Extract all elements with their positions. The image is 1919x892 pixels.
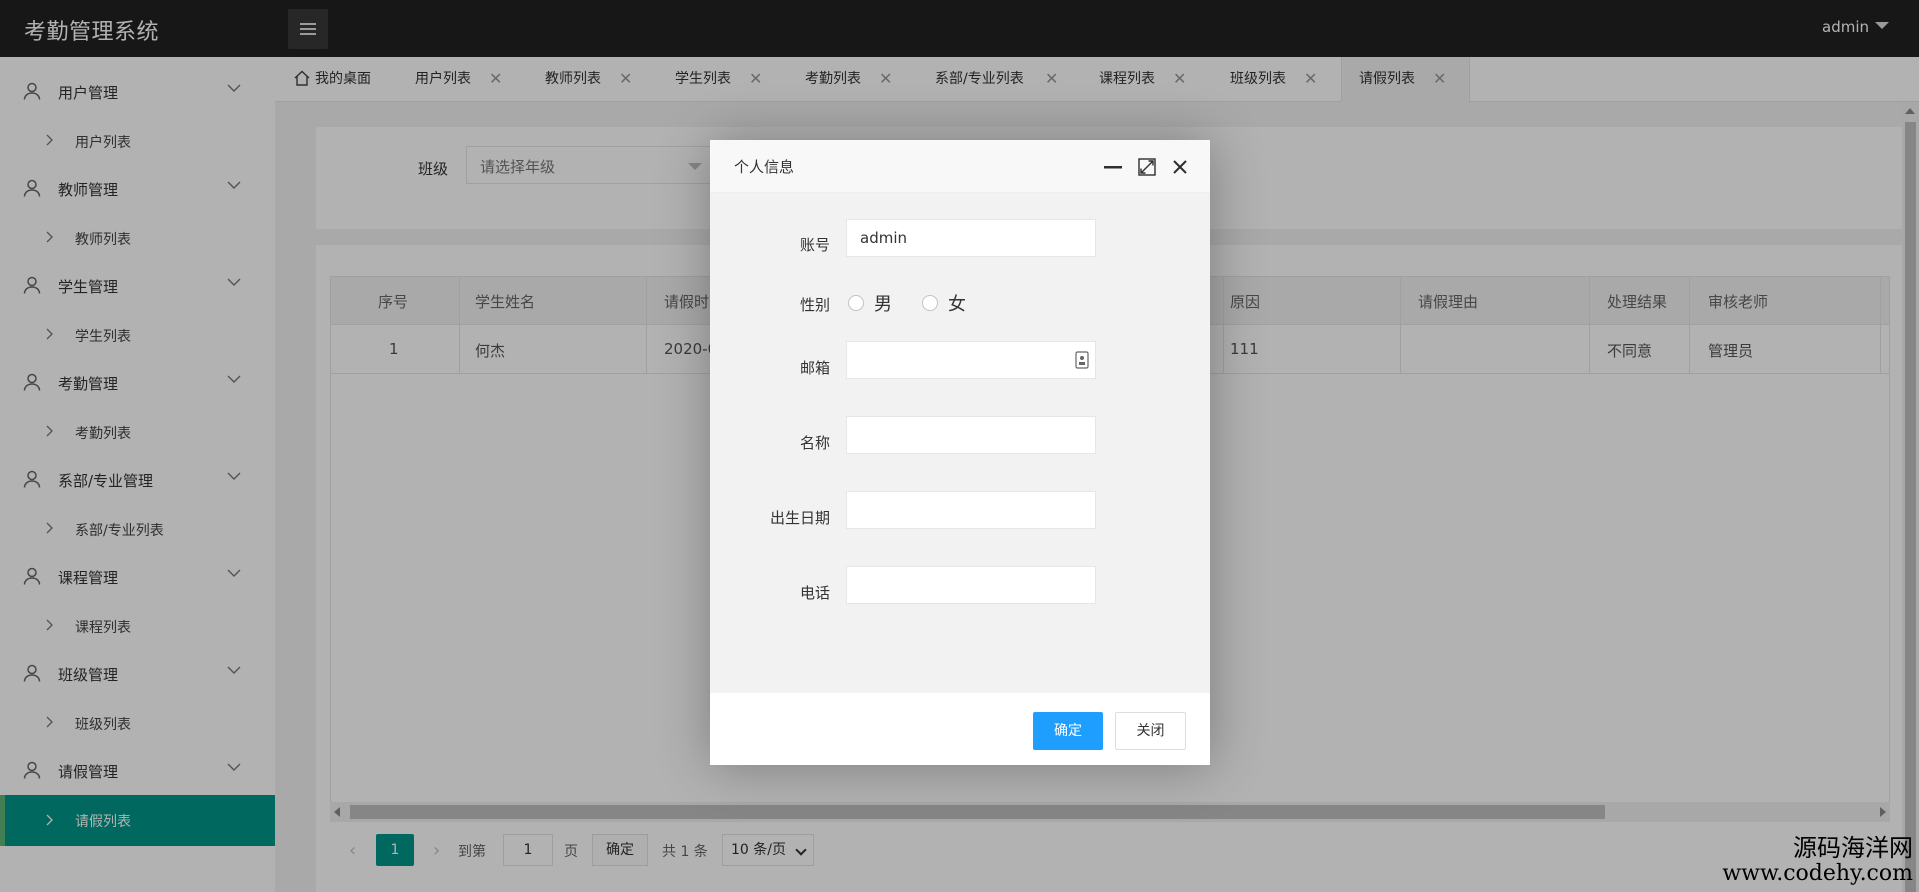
phone-label: 电话 xyxy=(799,584,830,602)
dialog-header: 个人信息 xyxy=(710,140,1210,193)
confirm-button[interactable]: 确定 xyxy=(1033,712,1103,750)
radio-label: 男 xyxy=(874,294,892,315)
close-button[interactable]: 关闭 xyxy=(1115,712,1186,750)
watermark-line1: 源码海洋网 xyxy=(1793,834,1913,863)
phone-field[interactable] xyxy=(846,566,1096,604)
name-label: 名称 xyxy=(799,434,830,452)
gender-male-radio[interactable]: 男 xyxy=(848,290,908,316)
birth-date-label: 出生日期 xyxy=(769,509,830,527)
account-label: 账号 xyxy=(799,236,830,254)
dialog-footer: 确定 关闭 xyxy=(710,693,1210,765)
gender-label: 性别 xyxy=(799,296,830,314)
account-field[interactable]: admin xyxy=(846,219,1096,257)
email-label: 邮箱 xyxy=(799,359,830,377)
gender-female-radio[interactable]: 女 xyxy=(922,290,982,316)
watermark: 源码海洋网 www.codehy.com xyxy=(1722,835,1913,886)
maximize-icon[interactable] xyxy=(1138,158,1156,176)
radio-circle xyxy=(848,295,864,311)
profile-dialog: 个人信息 账号 admin 性别 男 女 邮箱 名称 出生日期 电话 确定 关闭 xyxy=(710,140,1210,765)
minimize-icon[interactable] xyxy=(1104,158,1122,176)
birth-date-field[interactable] xyxy=(846,491,1096,529)
name-field[interactable] xyxy=(846,416,1096,454)
radio-label: 女 xyxy=(948,294,966,315)
radio-circle xyxy=(922,295,938,311)
dialog-body: 账号 admin 性别 男 女 邮箱 名称 出生日期 电话 xyxy=(710,193,1210,693)
close-icon[interactable] xyxy=(1172,159,1188,175)
dialog-title: 个人信息 xyxy=(734,158,795,176)
contact-card-icon xyxy=(1075,351,1089,369)
watermark-line2: www.codehy.com xyxy=(1722,860,1913,886)
email-field[interactable] xyxy=(846,341,1096,379)
